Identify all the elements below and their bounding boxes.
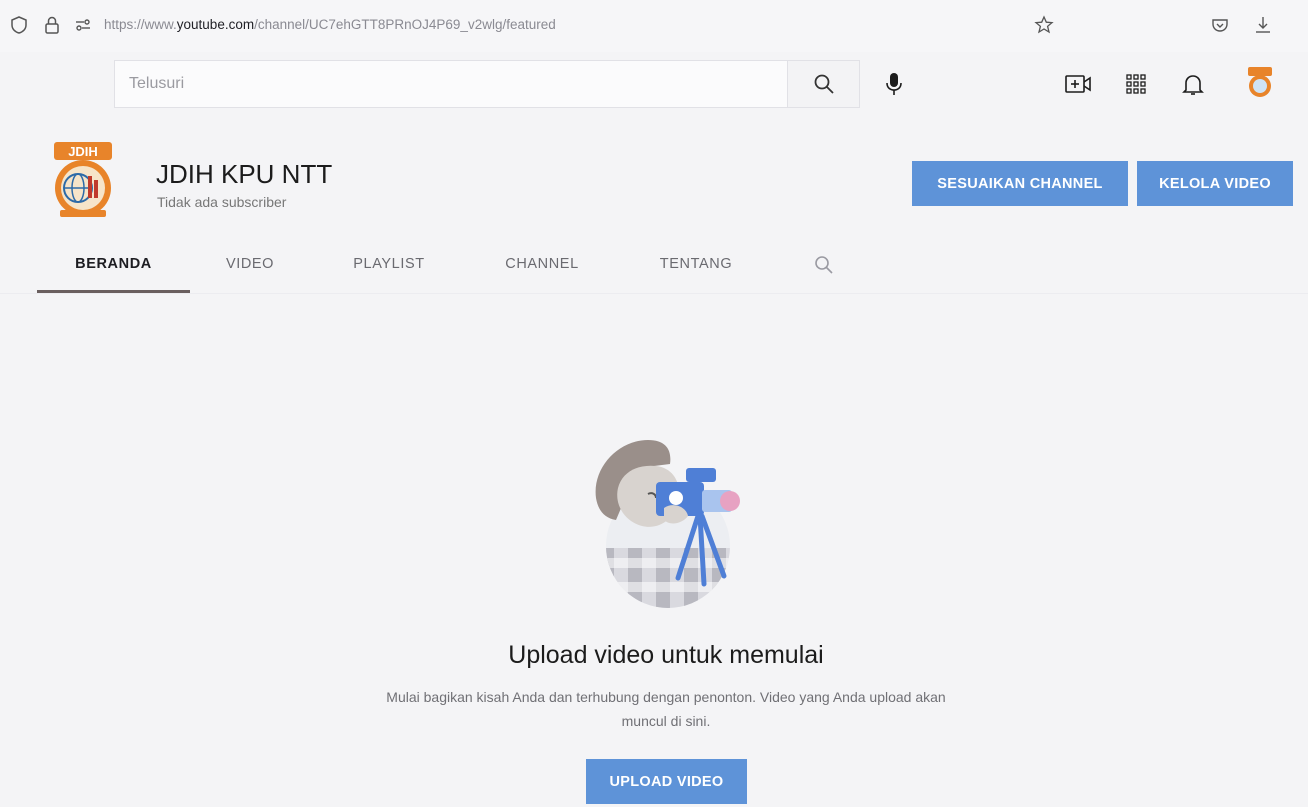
tab-playlist[interactable]: PLAYLIST <box>330 256 448 272</box>
channel-logo-icon: JDIH <box>54 142 112 217</box>
microphone-icon <box>886 73 902 95</box>
notifications-button[interactable] <box>1179 70 1207 98</box>
download-icon[interactable] <box>1252 14 1274 36</box>
voice-search-button[interactable] <box>880 70 908 98</box>
channel-search-button[interactable] <box>812 253 836 277</box>
bookmark-star-icon[interactable] <box>1033 14 1055 36</box>
tab-beranda[interactable]: BERANDA <box>37 256 190 272</box>
bell-icon <box>1182 75 1204 95</box>
url-text[interactable]: https://www.youtube.com/channel/UC7ehGTT… <box>104 17 556 32</box>
empty-state-title: Upload video untuk memulai <box>508 641 824 669</box>
tab-tentang[interactable]: TENTANG <box>640 256 752 272</box>
tab-divider <box>0 293 1308 294</box>
apps-grid-icon <box>1126 74 1146 94</box>
search-input[interactable] <box>114 60 787 108</box>
camera-person-illustration-icon <box>595 440 740 608</box>
search-bar <box>114 60 860 108</box>
tab-channel[interactable]: CHANNEL <box>486 256 598 272</box>
url-domain: youtube.com <box>176 17 255 32</box>
account-avatar[interactable] <box>1244 66 1276 100</box>
lock-icon[interactable] <box>41 14 63 36</box>
upload-video-button[interactable]: UPLOAD VIDEO <box>586 759 747 804</box>
apps-button[interactable] <box>1122 70 1150 98</box>
channel-avatar: JDIH <box>48 140 118 220</box>
search-button[interactable] <box>787 60 860 108</box>
customize-channel-button[interactable]: SESUAIKAN CHANNEL <box>912 161 1128 206</box>
channel-logo-text: JDIH <box>68 144 98 159</box>
shield-icon[interactable] <box>8 14 30 36</box>
videographer-illustration <box>578 428 778 608</box>
empty-state-description: Mulai bagikan kisah Anda dan terhubung d… <box>386 689 946 729</box>
pocket-icon[interactable] <box>1209 14 1231 36</box>
browser-address-bar: https://www.youtube.com/channel/UC7ehGTT… <box>0 0 1308 52</box>
account-avatar-icon <box>1248 67 1272 97</box>
manage-videos-button[interactable]: KELOLA VIDEO <box>1137 161 1293 206</box>
create-video-button[interactable] <box>1064 70 1092 98</box>
search-icon <box>815 256 833 274</box>
search-icon <box>814 74 834 94</box>
youtube-channel-page: https://www.youtube.com/channel/UC7ehGTT… <box>0 0 1308 807</box>
channel-name: JDIH KPU NTT <box>156 159 333 189</box>
subscriber-count: Tidak ada subscriber <box>157 194 287 210</box>
tab-video[interactable]: VIDEO <box>200 256 300 272</box>
url-prefix: https://www. <box>104 17 177 32</box>
url-path: /channel/UC7ehGTT8PRnOJ4P69_v2wlg/featur… <box>254 17 556 32</box>
video-camera-add-icon <box>1065 75 1091 93</box>
permissions-icon[interactable] <box>72 14 94 36</box>
